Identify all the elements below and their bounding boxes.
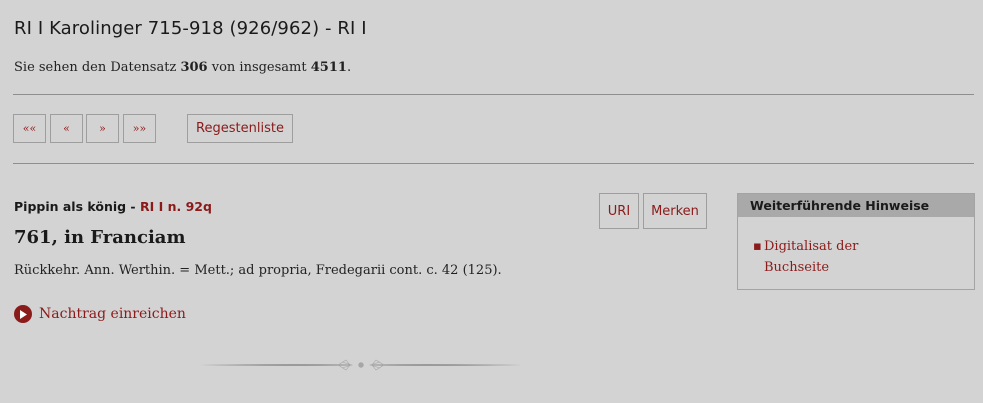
regest-text: Rückkehr. Ann. Werthin. = Mett.; ad prop… [14, 263, 502, 278]
further-references-list: ▪ Digitalisat der Buchseite [753, 236, 894, 278]
record-current: 306 [180, 60, 208, 75]
divider-top [13, 94, 974, 95]
regestenliste-button[interactable]: Regestenliste [187, 114, 293, 143]
next-record-button[interactable]: » [86, 114, 119, 143]
record-info-prefix: Sie sehen den Datensatz [14, 60, 177, 75]
digitalisat-link[interactable]: ▪ Digitalisat der Buchseite [753, 236, 894, 278]
record-total: 4511 [310, 60, 347, 75]
previous-record-button[interactable]: « [50, 114, 83, 143]
nachtrag-label: Nachtrag einreichen [39, 306, 186, 322]
divider-bottom [13, 163, 974, 164]
record-info-middle: von insgesamt [211, 60, 307, 75]
regest-context: Pippin als könig - RI I n. 92q [14, 199, 212, 214]
digitalisat-line2: Buchseite [764, 260, 830, 275]
last-record-button[interactable]: »» [123, 114, 156, 143]
page-title: RI I Karolinger 715-918 (926/962) - RI I [14, 18, 367, 39]
digitalisat-line1: Digitalisat der [764, 239, 859, 254]
further-references-heading: Weiterführende Hinweise [738, 194, 974, 217]
first-record-button[interactable]: «« [13, 114, 46, 143]
play-circle-icon [14, 305, 32, 323]
regest-label: Pippin als könig - [14, 199, 140, 214]
regest-heading: 761, in Franciam [14, 227, 186, 248]
uri-button[interactable]: URI [599, 193, 639, 229]
record-info-suffix: . [346, 60, 352, 75]
record-info: Sie sehen den Datensatz 306 von insgesam… [14, 60, 351, 75]
nachtrag-link[interactable]: Nachtrag einreichen [14, 305, 186, 323]
decorative-divider-icon [200, 359, 522, 371]
regest-reference-link[interactable]: RI I n. 92q [140, 199, 212, 214]
bullet-icon: ▪ [753, 239, 762, 254]
merken-button[interactable]: Merken [643, 193, 707, 229]
further-references-box: Weiterführende Hinweise ▪ Digitalisat de… [737, 193, 975, 290]
